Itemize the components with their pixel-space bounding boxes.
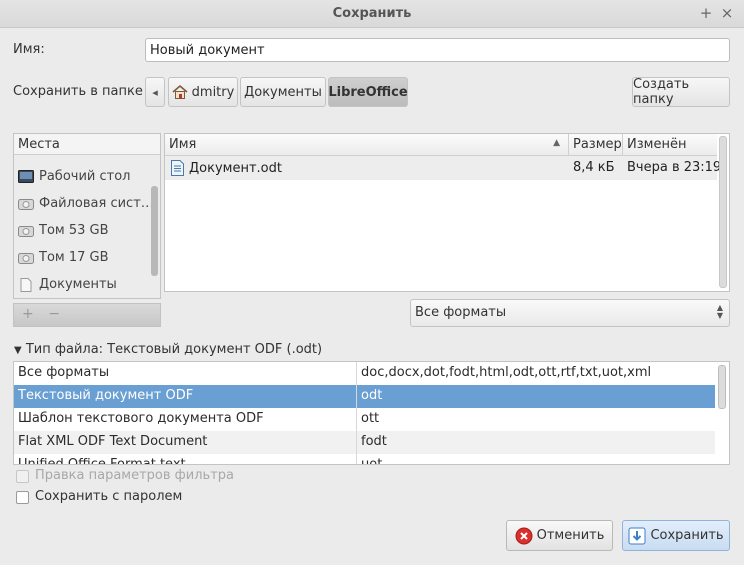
place-label: Файловая сист… [39, 196, 154, 211]
column-divider [356, 362, 357, 464]
file-type-ext: uot [361, 457, 383, 465]
place-item-desktop[interactable]: Рабочий стол [14, 163, 160, 190]
file-name-input[interactable] [145, 38, 730, 62]
file-row[interactable]: Документ.odt 8,4 кБ Вчера в 23:19 [165, 156, 722, 180]
places-panel: Места Рабочий стол Файловая сист… Том 53… [13, 133, 161, 299]
file-type-scrollbar[interactable] [718, 365, 726, 409]
path-crumb-libreoffice[interactable]: LibreOffice [328, 77, 408, 107]
file-type-row[interactable]: Шаблон текстового документа ODF ott [14, 408, 715, 431]
place-label: Том 53 GB [39, 223, 109, 238]
desktop-icon [18, 169, 34, 183]
file-type-title: Тип файла: Текстовый документ ODF (.odt) [25, 342, 323, 357]
save-button[interactable]: Сохранить [622, 520, 730, 551]
file-type-ext: ott [361, 411, 380, 426]
file-type-name: Все форматы [18, 365, 110, 380]
file-type-row-selected[interactable]: Текстовый документ ODF odt [14, 385, 715, 408]
cancel-label: Отменить [536, 528, 605, 543]
column-name[interactable]: Имя ▲ [165, 134, 569, 156]
file-type-name: Unified Office Format text [18, 457, 186, 465]
file-type-ext: doc,docx,dot,fodt,html,odt,ott,rtf,txt,u… [361, 365, 652, 380]
file-type-name: Текстовый документ ODF [18, 388, 194, 403]
add-place-button[interactable]: + [22, 306, 34, 322]
format-select-value: Все форматы [415, 305, 507, 320]
save-password-checkbox[interactable] [16, 491, 29, 504]
text-document-icon [171, 160, 184, 176]
window-title: Сохранить [332, 6, 412, 21]
place-item-volume-17[interactable]: Том 17 GB [14, 244, 160, 271]
create-folder-label: Создать папку [633, 77, 690, 107]
file-name-cell: Документ.odt [167, 156, 567, 180]
place-label: Том 17 GB [39, 250, 109, 265]
file-type-name: Flat XML ODF Text Document [18, 434, 208, 449]
file-type-expander[interactable]: ▼ Тип файла: Текстовый документ ODF (.od… [14, 342, 322, 357]
save-download-icon [628, 527, 646, 544]
file-list: Имя ▲ Размер Изменён Документ.odt 8,4 кБ [164, 133, 730, 292]
path-crumb-documents[interactable]: Документы [240, 77, 326, 107]
cancel-button[interactable]: Отменить [506, 520, 613, 551]
column-modified[interactable]: Изменён [623, 134, 717, 156]
places-scrollbar[interactable] [151, 186, 158, 276]
file-list-header: Имя ▲ Размер Изменён [165, 134, 717, 156]
place-item-volume-53[interactable]: Том 53 GB [14, 217, 160, 244]
chevron-left-icon: ◂ [152, 85, 158, 99]
file-type-row[interactable]: Flat XML ODF Text Document fodt [14, 431, 715, 454]
close-icon[interactable]: × [718, 4, 736, 22]
file-name: Документ.odt [189, 160, 282, 176]
path-crumb-label: Документы [244, 84, 322, 100]
expander-arrow-icon: ▼ [14, 345, 22, 356]
column-label: Изменён [627, 137, 687, 152]
path-crumb-label: dmitry [191, 84, 235, 100]
save-dialog: Сохранить + × Имя: Сохранить в папке ◂ d… [0, 0, 744, 565]
save-password-label: Сохранить с паролем [35, 489, 183, 504]
title-bar[interactable]: Сохранить + × [0, 0, 744, 28]
file-list-scrollbar[interactable] [719, 136, 727, 288]
file-type-ext: fodt [361, 434, 387, 449]
column-label: Размер [573, 137, 622, 152]
column-size[interactable]: Размер [569, 134, 623, 156]
column-label: Имя [169, 137, 197, 152]
place-label: Документы [39, 277, 117, 292]
remove-place-button[interactable]: − [48, 306, 60, 322]
sort-ascending-icon: ▲ [553, 138, 560, 148]
file-size: 8,4 кБ [573, 160, 615, 175]
file-type-row[interactable]: Unified Office Format text uot [14, 454, 715, 465]
home-icon [172, 84, 188, 99]
path-back-button[interactable]: ◂ [145, 77, 165, 107]
place-item-documents[interactable]: Документы [14, 271, 160, 298]
places-header: Места [14, 134, 160, 155]
save-label: Сохранить [650, 528, 724, 543]
place-label: Рабочий стол [39, 169, 131, 184]
drive-icon [18, 225, 34, 237]
file-type-row[interactable]: Все форматы doc,docx,dot,fodt,html,odt,o… [14, 362, 715, 385]
edit-filter-checkbox[interactable] [16, 470, 29, 483]
format-select[interactable]: Все форматы ▲ ▼ [410, 299, 730, 327]
places-footer: + − [13, 303, 161, 327]
path-crumb-label: LibreOffice [328, 84, 408, 100]
document-icon [20, 277, 32, 292]
file-type-name: Шаблон текстового документа ODF [18, 411, 264, 426]
updown-icon: ▲ ▼ [716, 303, 723, 320]
places-partial-row [14, 155, 160, 163]
file-type-ext: odt [361, 388, 383, 403]
create-folder-button[interactable]: Создать папку [632, 77, 730, 107]
file-type-table: Все форматы doc,docx,dot,fodt,html,odt,o… [13, 361, 730, 465]
folder-label: Сохранить в папке [13, 84, 143, 99]
drive-icon [18, 252, 34, 264]
pin-icon[interactable]: + [697, 4, 715, 22]
path-crumb-dmitry[interactable]: dmitry [168, 77, 238, 107]
name-label: Имя: [13, 42, 45, 57]
edit-filter-label: Правка параметров фильтра [35, 468, 234, 483]
cancel-icon [515, 527, 533, 544]
file-modified: Вчера в 23:19 [627, 160, 722, 175]
drive-icon [18, 198, 34, 210]
place-item-filesystem[interactable]: Файловая сист… [14, 190, 160, 217]
